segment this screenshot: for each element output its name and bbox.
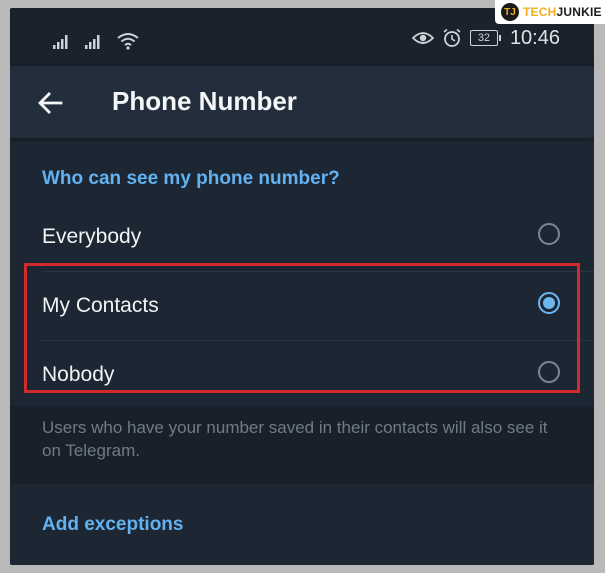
status-icons-left bbox=[52, 26, 140, 50]
privacy-section: Who can see my phone number? Everybody M… bbox=[10, 148, 594, 418]
watermark-text: TECHJUNKIE bbox=[523, 5, 602, 19]
option-label: Everybody bbox=[42, 225, 142, 248]
watermark-text-a: TECH bbox=[523, 5, 557, 19]
watermark-logo: TJ bbox=[501, 3, 519, 21]
toolbar: Phone Number bbox=[10, 66, 594, 138]
section-header: Who can see my phone number? bbox=[42, 168, 340, 189]
page-title: Phone Number bbox=[112, 86, 297, 116]
info-section: Users who have your number saved in thei… bbox=[10, 406, 594, 484]
back-arrow-icon[interactable] bbox=[36, 88, 66, 118]
radio-button-selected[interactable] bbox=[538, 292, 560, 314]
signal-icon bbox=[53, 35, 68, 49]
wifi-icon bbox=[117, 33, 139, 50]
add-exceptions-button[interactable]: Add exceptions bbox=[42, 514, 183, 536]
option-label: Nobody bbox=[42, 363, 115, 386]
battery-icon: 32 bbox=[469, 30, 501, 46]
eye-icon bbox=[411, 32, 434, 44]
status-icons-right: 32 10:46 bbox=[411, 24, 560, 52]
phone-screen: 32 10:46 Phone Number Who can see my pho… bbox=[10, 8, 594, 565]
option-nobody[interactable]: Nobody bbox=[10, 341, 594, 409]
option-everybody[interactable]: Everybody bbox=[10, 203, 594, 271]
option-my-contacts[interactable]: My Contacts bbox=[10, 272, 594, 340]
radio-button[interactable] bbox=[538, 361, 560, 383]
signal-icon bbox=[85, 35, 100, 49]
radio-button[interactable] bbox=[538, 223, 560, 245]
option-label: My Contacts bbox=[42, 294, 159, 317]
exceptions-section: Add exceptions bbox=[10, 484, 594, 565]
techjunkie-watermark: TJ TECHJUNKIE bbox=[495, 0, 605, 24]
info-text: Users who have your number saved in thei… bbox=[42, 418, 548, 460]
watermark-text-b: JUNKIE bbox=[556, 5, 602, 19]
alarm-icon bbox=[443, 28, 461, 47]
status-time: 10:46 bbox=[509, 26, 560, 49]
